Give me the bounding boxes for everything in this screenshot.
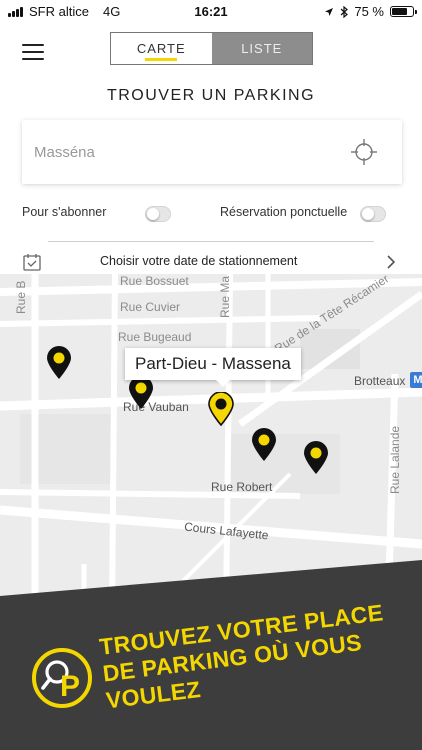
status-bar: SFR altice 4G 16:21 75 % <box>0 0 422 24</box>
battery-label: 75 % <box>354 4 384 19</box>
parking-pin-icon[interactable] <box>303 441 329 475</box>
location-arrow-icon <box>325 7 334 16</box>
parking-search-logo-icon: P <box>32 648 92 708</box>
street-label: Brotteaux <box>354 374 406 388</box>
street-label: Rue Ma <box>218 275 232 318</box>
battery-icon <box>390 6 417 17</box>
subscribe-toggle[interactable] <box>145 206 171 222</box>
metro-badge: M <box>410 372 422 388</box>
reservation-label: Réservation ponctuelle <box>220 205 348 219</box>
chevron-right-icon <box>387 255 396 269</box>
status-right: 75 % <box>324 4 417 19</box>
logo-letter: P <box>60 670 80 703</box>
reservation-toggle[interactable] <box>360 206 386 222</box>
locate-crosshair-icon[interactable] <box>350 138 378 166</box>
street-label: Rue Bugeaud <box>118 330 192 344</box>
parking-pin-icon[interactable] <box>128 376 154 410</box>
date-picker-label: Choisir votre date de stationnement <box>100 254 298 268</box>
street-label: Rue Bossuet <box>120 274 189 288</box>
divider <box>48 241 374 242</box>
search-input[interactable] <box>34 140 334 164</box>
parking-pin-icon[interactable] <box>251 428 277 462</box>
tab-liste[interactable]: LISTE <box>211 33 312 64</box>
date-picker-row[interactable]: Choisir votre date de stationnement <box>0 250 422 274</box>
street-label: Rue Cuvier <box>120 300 181 314</box>
street-label: Rue Robert <box>211 480 273 494</box>
parking-callout[interactable]: Part-Dieu - Massena <box>125 348 301 387</box>
view-switcher: CARTE LISTE <box>110 32 313 65</box>
street-label: Rue B <box>14 280 28 314</box>
bluetooth-icon <box>340 5 349 18</box>
promo-banner: P TROUVEZ VOTRE PLACE DE PARKING OÙ VOUS… <box>0 560 422 750</box>
calendar-icon <box>23 254 41 271</box>
selected-parking-pin-icon[interactable] <box>208 392 234 426</box>
tab-carte[interactable]: CARTE <box>111 33 212 64</box>
page-title: TROUVER UN PARKING <box>106 87 316 104</box>
search-card <box>22 120 402 184</box>
street-label: Rue Lalande <box>388 425 402 494</box>
hamburger-menu-icon[interactable] <box>22 44 44 62</box>
parking-pin-icon[interactable] <box>46 346 72 380</box>
subscribe-label: Pour s'abonner <box>22 205 107 219</box>
